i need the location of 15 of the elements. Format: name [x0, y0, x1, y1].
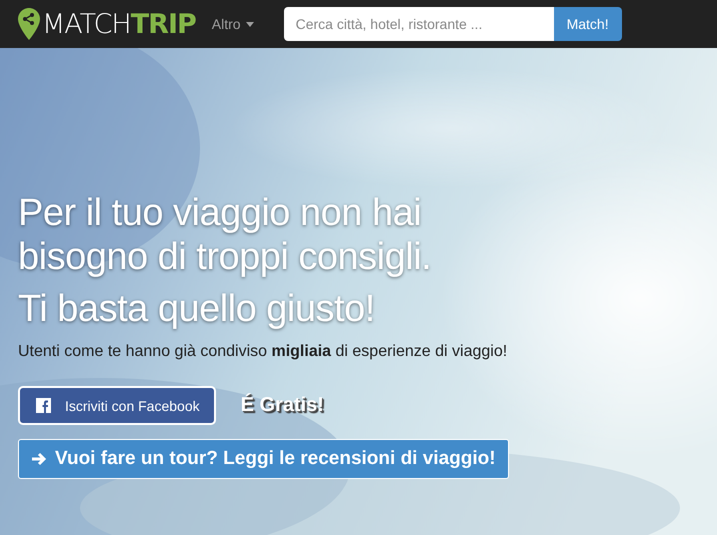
caret-icon	[246, 22, 254, 26]
search-button[interactable]: Match!	[554, 7, 622, 41]
facebook-icon	[36, 398, 51, 413]
search-field[interactable]: Cerca città, hotel, ristorante ...	[284, 7, 554, 41]
headline: Per il tuo viaggio non hai	[18, 191, 422, 235]
headline: bisogno di troppi consigli.	[18, 235, 432, 279]
facebook-signup-button[interactable]: Iscriviti con Facebook	[18, 386, 216, 425]
subheadline: Ti basta quello giusto!	[18, 287, 375, 331]
free-note: É Gratis!	[240, 394, 324, 417]
logo-text[interactable]: MATCHTRIP	[42, 8, 196, 40]
map-pin-icon	[18, 8, 40, 40]
menu-dropdown[interactable]: Altro	[212, 16, 254, 32]
tagline: Utenti come te hanno già condiviso migliaia di esperienze di viaggio!	[18, 343, 508, 361]
tour-button[interactable]: Vuoi fare un tour? Leggi le recensioni di viaggio!	[18, 439, 509, 479]
arrow-right-icon	[31, 451, 47, 467]
